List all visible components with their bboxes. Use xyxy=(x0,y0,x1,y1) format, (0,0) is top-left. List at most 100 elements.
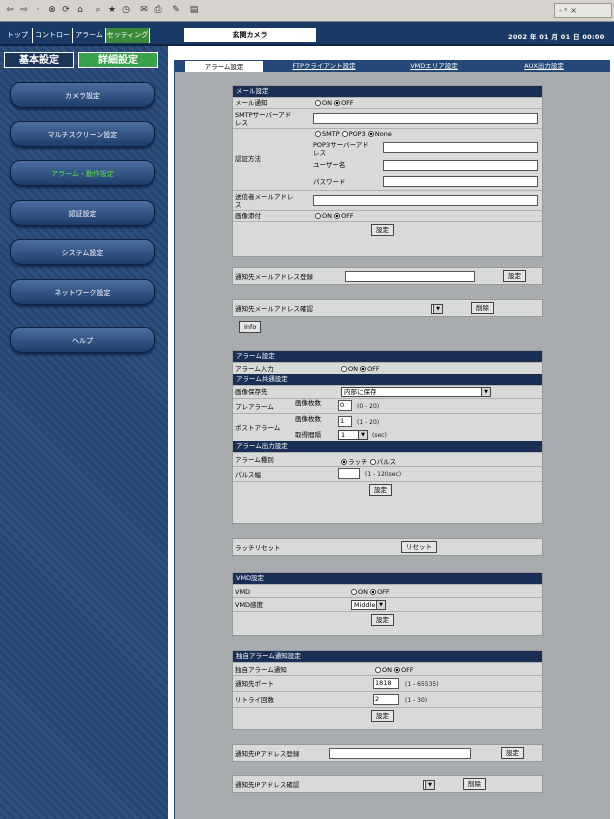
favorites-icon[interactable]: ★ xyxy=(106,4,118,16)
vmd-sensitivity-select[interactable]: Middle ▼ xyxy=(351,600,386,610)
alarm-input-on-radio[interactable] xyxy=(341,366,347,372)
alarm-input-off-radio[interactable] xyxy=(360,366,367,372)
mail-register-set-button[interactable]: 設定 xyxy=(503,270,526,282)
custom-alarm-title: 独自アラーム通知設定 xyxy=(233,651,542,662)
retry-count-input[interactable]: 2 xyxy=(373,694,399,705)
pre-count-input[interactable]: 0 xyxy=(338,400,352,411)
vmd-label: VMD xyxy=(235,588,251,596)
latch-reset-button[interactable]: リセット xyxy=(401,541,437,553)
sidebar-item-system[interactable]: システム設定 xyxy=(10,239,155,265)
sender-address-input[interactable] xyxy=(313,195,538,206)
tab-alarm[interactable]: アラーム xyxy=(73,28,106,43)
notify-port-input[interactable]: 1818 xyxy=(373,678,399,689)
pre-count-range: (0 - 20) xyxy=(357,403,380,410)
image-save-value: 内部に保存 xyxy=(344,388,377,396)
mail-notify-on-radio[interactable] xyxy=(315,100,321,106)
ip-register-section: 通知先IPアドレス登録 設定 xyxy=(232,744,543,762)
image-save-select[interactable]: 内部に保存 ▼ xyxy=(341,387,491,397)
auth-method-label: 認証方法 xyxy=(235,155,261,163)
discuss-icon[interactable]: ▤ xyxy=(188,4,200,16)
window-controls[interactable]: - ᵉ × xyxy=(554,3,612,18)
pre-alarm-label: プレアラーム xyxy=(235,403,274,411)
alarm-settings-section: アラーム設定 アラーム入力 ON OFF アラーム共通設定 画像保存先 内部に保… xyxy=(232,350,543,524)
auth-smtp-radio[interactable] xyxy=(315,131,321,137)
username-input[interactable] xyxy=(383,160,538,171)
sidebar-item-alarm-action[interactable]: アラーム・動作設定 xyxy=(10,160,155,186)
mail-register-section: 通知先メールアドレス登録 設定 xyxy=(232,267,543,285)
auth-none-label: None xyxy=(374,130,392,138)
vmd-set-button[interactable]: 設定 xyxy=(371,614,394,626)
tab-aux-output[interactable]: AUX出力設定 xyxy=(509,60,579,72)
interval-select[interactable]: 1 ▼ xyxy=(338,430,368,440)
mail-confirm-select[interactable]: ▼ xyxy=(431,304,443,314)
mail-notify-on-label: ON xyxy=(322,99,332,107)
sidebar-item-auth[interactable]: 認証設定 xyxy=(10,200,155,226)
search-icon[interactable]: ⌕ xyxy=(92,4,104,16)
attach-off-radio[interactable] xyxy=(334,213,341,219)
password-input[interactable] xyxy=(383,176,538,187)
tab-vmd-area[interactable]: VMDエリア設定 xyxy=(399,60,469,72)
post-count-label: 画像枚数 xyxy=(295,415,321,423)
ip-delete-button[interactable]: 削除 xyxy=(463,778,486,790)
stop-icon[interactable]: ⊗ xyxy=(46,4,58,16)
ip-register-set-button[interactable]: 設定 xyxy=(501,747,524,759)
tab-top[interactable]: トップ xyxy=(3,28,33,43)
auth-none-radio[interactable] xyxy=(367,131,374,137)
mail-delete-button[interactable]: 削除 xyxy=(471,302,494,314)
refresh-icon[interactable]: ⟳ xyxy=(60,4,72,16)
vmd-off-radio[interactable] xyxy=(370,589,377,595)
mail-set-button[interactable]: 設定 xyxy=(371,224,394,236)
tab-setting[interactable]: セッティング xyxy=(106,28,150,43)
forward-icon[interactable]: ⇨ xyxy=(18,4,30,16)
auth-pop3-radio[interactable] xyxy=(341,131,348,137)
edit-icon[interactable]: ✎ xyxy=(170,4,182,16)
sidebar-item-camera[interactable]: カメラ設定 xyxy=(10,82,155,108)
custom-alarm-off-radio[interactable] xyxy=(394,667,401,673)
pop3-server-input[interactable] xyxy=(383,142,538,153)
vmd-sensitivity-value: Middle xyxy=(354,601,376,609)
pulse-width-input[interactable] xyxy=(338,468,360,479)
custom-alarm-set-button[interactable]: 設定 xyxy=(371,710,394,722)
image-attach-label: 画像添付 xyxy=(235,212,261,220)
tab-ftp-client[interactable]: FTPクライアント設定 xyxy=(284,60,364,72)
smtp-server-input[interactable] xyxy=(313,113,538,124)
mail-register-input[interactable] xyxy=(345,271,475,282)
mail-notify-off-label: OFF xyxy=(341,99,354,107)
sidebar-item-network[interactable]: ネットワーク設定 xyxy=(10,279,155,305)
post-count-input[interactable]: 1 xyxy=(338,416,352,427)
custom-alarm-off-label: OFF xyxy=(401,666,414,674)
alarm-input-on-label: ON xyxy=(348,365,358,373)
retry-count-range: (1 - 30) xyxy=(405,697,428,704)
tab-control[interactable]: コントロール xyxy=(33,28,73,54)
sidebar-item-multiscreen[interactable]: マルチスクリーン設定 xyxy=(10,121,155,147)
auth-pop3-label: POP3 xyxy=(348,130,366,138)
alarm-type-latch-radio[interactable] xyxy=(341,459,347,465)
vmd-settings-section: VMD設定 VMD ON OFF VMD感度 Middle ▼ 設定 xyxy=(232,572,543,636)
alarm-output-title: アラーム出力設定 xyxy=(233,441,542,452)
alarm-common-title: アラーム共通設定 xyxy=(233,374,542,385)
attach-off-label: OFF xyxy=(341,212,354,220)
info-button[interactable]: Info xyxy=(239,321,262,333)
top-nav-bar: トップ コントロール アラーム セッティング 玄関カメラ 2002 年 01 月… xyxy=(0,22,614,54)
ip-register-input[interactable] xyxy=(329,748,471,759)
alarm-type-pulse-radio[interactable] xyxy=(369,459,376,465)
post-count-range: (1 - 20) xyxy=(357,419,380,426)
back-icon[interactable]: ⇦ xyxy=(4,4,16,16)
detail-settings-tab[interactable]: 詳細設定 xyxy=(78,52,158,68)
custom-alarm-on-radio[interactable] xyxy=(375,667,381,673)
ip-confirm-select[interactable]: ▼ xyxy=(423,780,435,790)
vmd-on-radio[interactable] xyxy=(351,589,357,595)
tab-alarm-settings[interactable]: アラーム設定 xyxy=(184,60,264,72)
sender-address-label: 送信者メールアドレス xyxy=(235,193,294,209)
mail-notify-off-radio[interactable] xyxy=(334,100,341,106)
print-icon[interactable]: ⎙ xyxy=(152,4,164,16)
basic-settings-tab[interactable]: 基本設定 xyxy=(4,52,74,68)
home-icon[interactable]: ⌂ xyxy=(74,4,86,16)
alarm-set-button[interactable]: 設定 xyxy=(369,484,392,496)
sidebar-item-help[interactable]: ヘルプ xyxy=(10,327,155,353)
history-icon[interactable]: ◷ xyxy=(120,4,132,16)
attach-on-radio[interactable] xyxy=(315,213,321,219)
mail-notify-label: メール通知 xyxy=(235,99,268,107)
mail-settings-title: メール設定 xyxy=(233,86,542,97)
mail-icon[interactable]: ✉ xyxy=(138,4,150,16)
